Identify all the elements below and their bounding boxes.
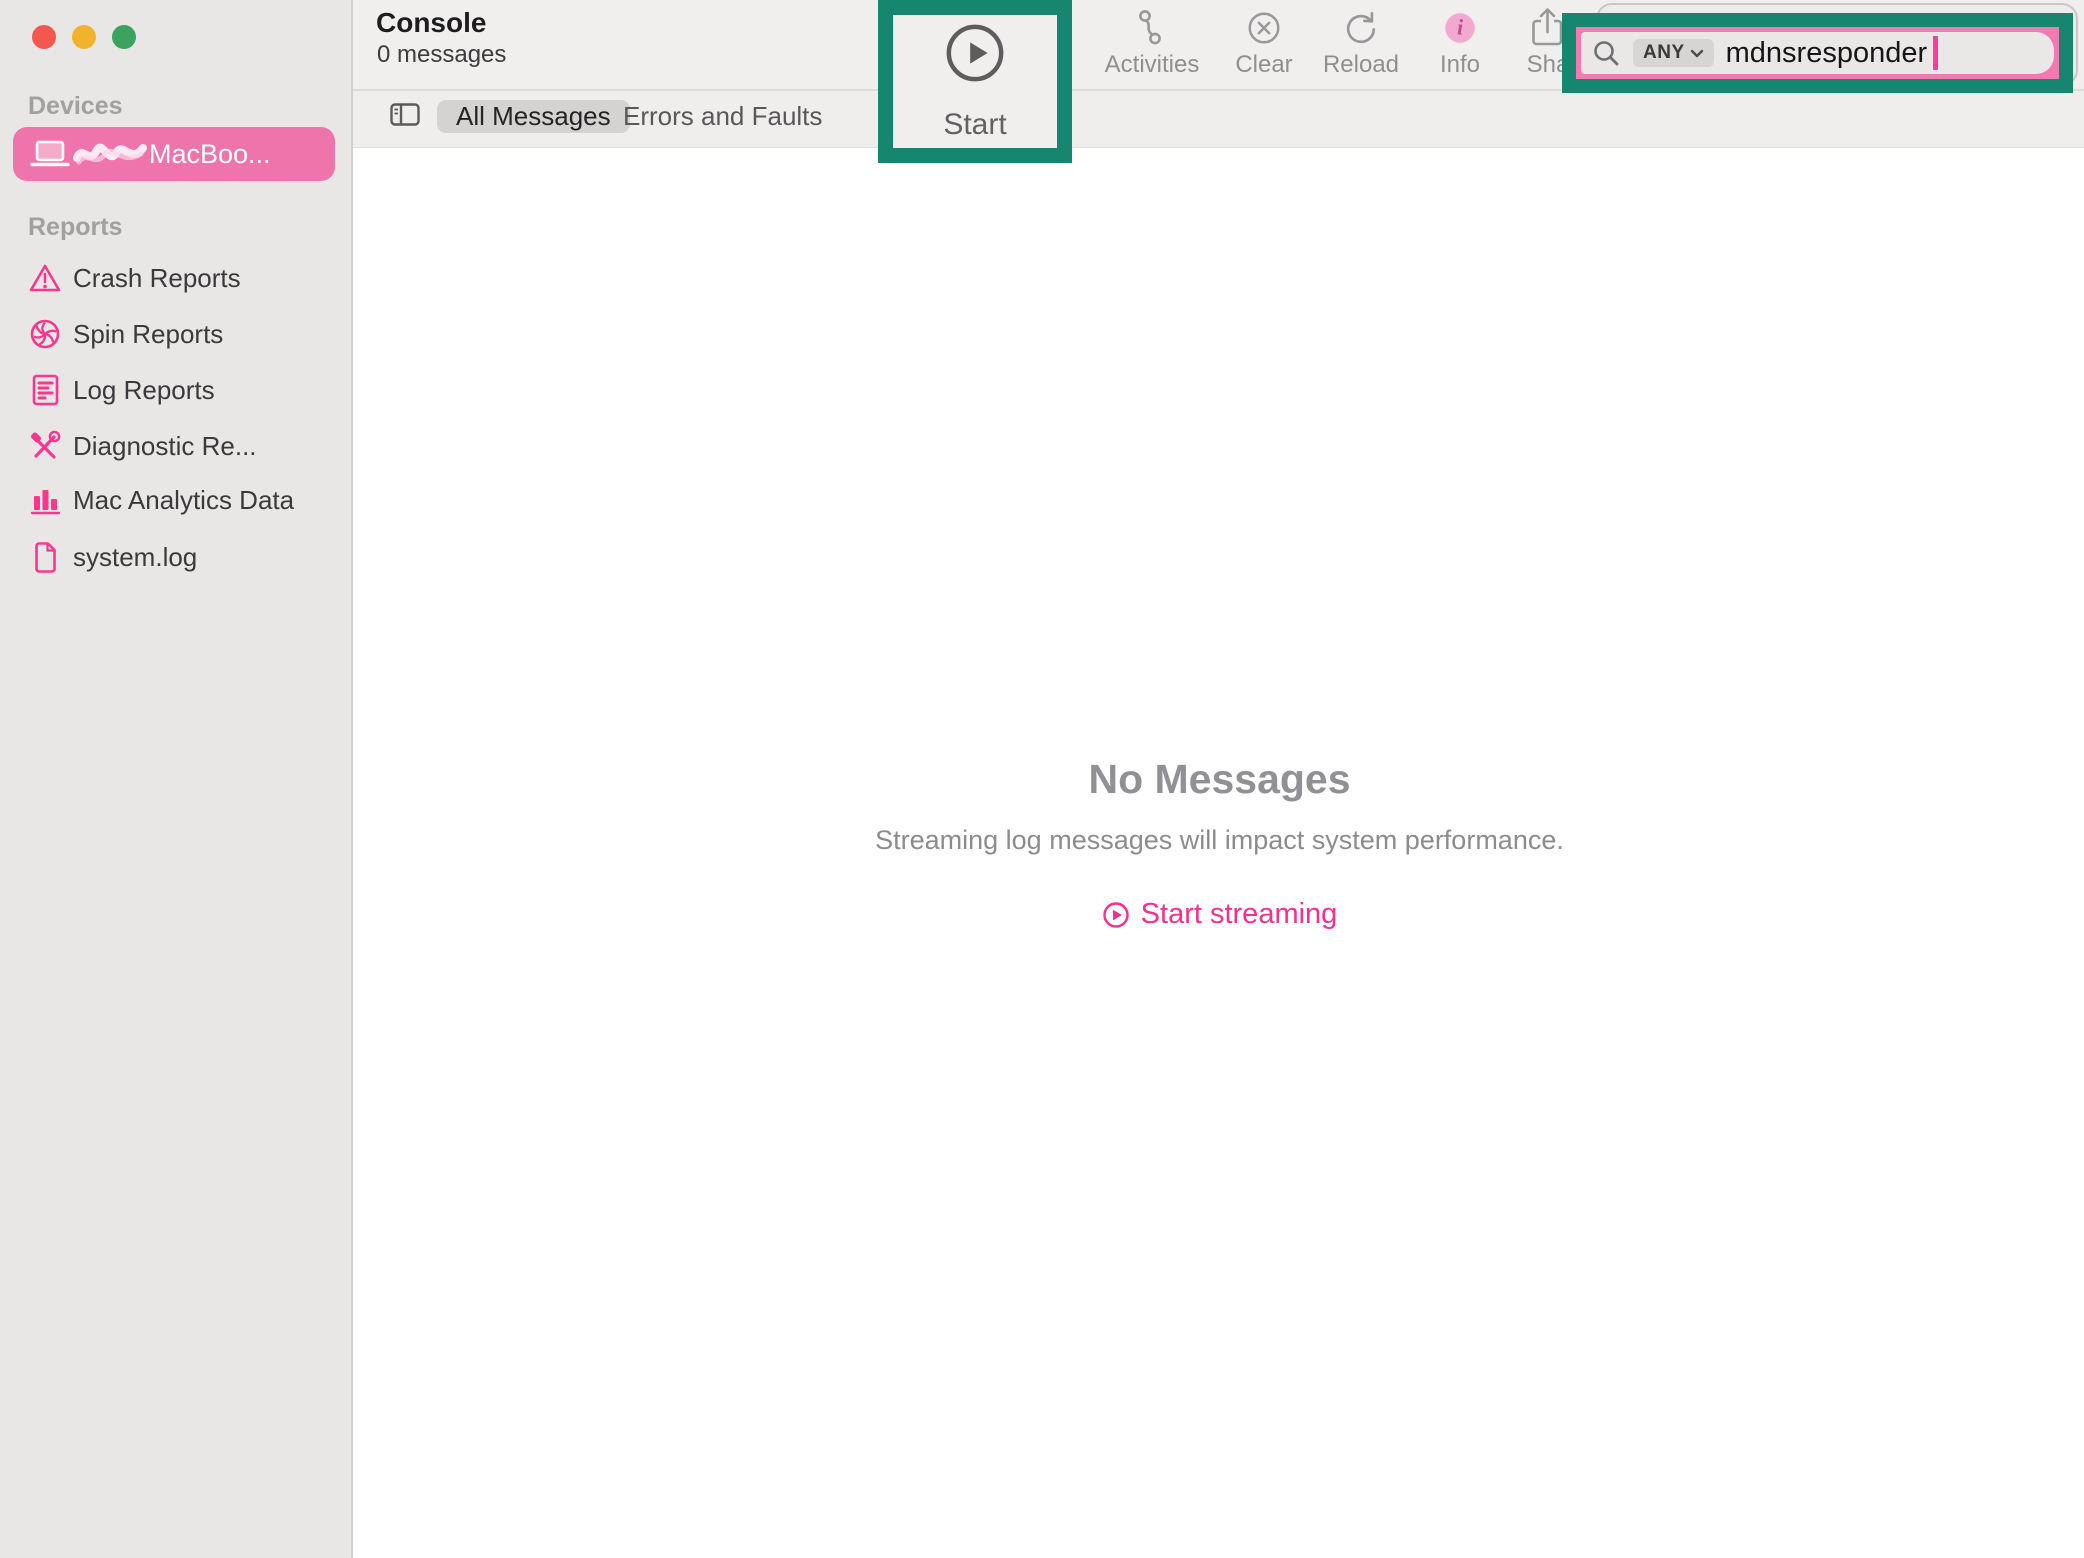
empty-state-title: No Messages: [355, 756, 2084, 803]
console-window: Devices MacBoo... Reports Crash Reports …: [0, 0, 2084, 1558]
sidebar-item-diagnostic-reports[interactable]: Diagnostic Re...: [0, 418, 353, 474]
traffic-light-minimize-button[interactable]: [72, 25, 96, 49]
redacted-scribble: [73, 136, 147, 172]
activities-button[interactable]: Activities: [1094, 6, 1210, 79]
sidebar-item-device-macbook[interactable]: MacBoo...: [13, 127, 335, 181]
info-circle-icon: i: [1441, 6, 1479, 50]
sidebar-item-crash-reports[interactable]: Crash Reports: [0, 250, 353, 306]
reload-icon: [1342, 6, 1380, 50]
window-title: Console: [376, 7, 486, 39]
start-streaming-link[interactable]: Start streaming: [355, 898, 2084, 931]
clear-button[interactable]: Clear: [1212, 6, 1316, 79]
sidebar-toggle-button[interactable]: [390, 103, 420, 126]
tab-errors-and-faults[interactable]: Errors and Faults: [623, 100, 822, 133]
sidebar: Devices MacBoo... Reports Crash Reports …: [0, 0, 353, 1558]
info-button[interactable]: i Info: [1412, 6, 1508, 79]
sidebar-item-label: Diagnostic Re...: [73, 418, 257, 474]
sidebar-item-label: Mac Analytics Data: [73, 472, 294, 528]
file-icon: [24, 529, 66, 585]
play-circle-icon: [1102, 901, 1130, 929]
clear-button-label: Clear: [1235, 51, 1292, 79]
traffic-light-zoom-button[interactable]: [112, 25, 136, 49]
sidebar-item-label: system.log: [73, 529, 197, 585]
sidebar-item-mac-analytics-data[interactable]: Mac Analytics Data: [0, 472, 353, 528]
empty-state: No Messages Streaming log messages will …: [355, 148, 2084, 931]
empty-state-subtitle: Streaming log messages will impact syste…: [355, 825, 2084, 856]
warning-triangle-icon: [24, 250, 66, 306]
devices-section-header: Devices: [28, 92, 123, 121]
activities-button-label: Activities: [1105, 51, 1200, 79]
laptop-icon: [29, 139, 71, 169]
reload-button[interactable]: Reload: [1309, 6, 1413, 79]
activities-icon: [1131, 6, 1173, 50]
sidebar-item-system-log[interactable]: system.log: [0, 529, 353, 585]
pinwheel-icon: [24, 306, 66, 362]
sidebar-item-label: Log Reports: [73, 362, 215, 418]
info-button-label: Info: [1440, 51, 1480, 79]
sidebar-item-label: Spin Reports: [73, 306, 223, 362]
sidebar-item-label: Crash Reports: [73, 250, 241, 306]
circle-x-icon: [1245, 6, 1283, 50]
reload-button-label: Reload: [1323, 51, 1399, 79]
bar-chart-icon: [24, 472, 66, 528]
svg-text:i: i: [1457, 16, 1463, 40]
device-name-label: MacBoo...: [149, 139, 271, 170]
start-streaming-label: Start streaming: [1141, 898, 1338, 931]
annotation-box-start-button: [878, 0, 1072, 163]
annotation-box-search-field: [1562, 13, 2073, 93]
reports-section-header: Reports: [28, 213, 122, 242]
sidebar-item-spin-reports[interactable]: Spin Reports: [0, 306, 353, 362]
message-list-area: No Messages Streaming log messages will …: [355, 148, 2084, 1558]
sidebar-item-log-reports[interactable]: Log Reports: [0, 362, 353, 418]
message-count: 0 messages: [377, 41, 506, 69]
tools-icon: [24, 418, 66, 474]
log-document-icon: [24, 362, 66, 418]
sidebar-toggle-icon: [390, 103, 420, 126]
tab-all-messages[interactable]: All Messages: [437, 100, 630, 133]
traffic-light-close-button[interactable]: [32, 25, 56, 49]
